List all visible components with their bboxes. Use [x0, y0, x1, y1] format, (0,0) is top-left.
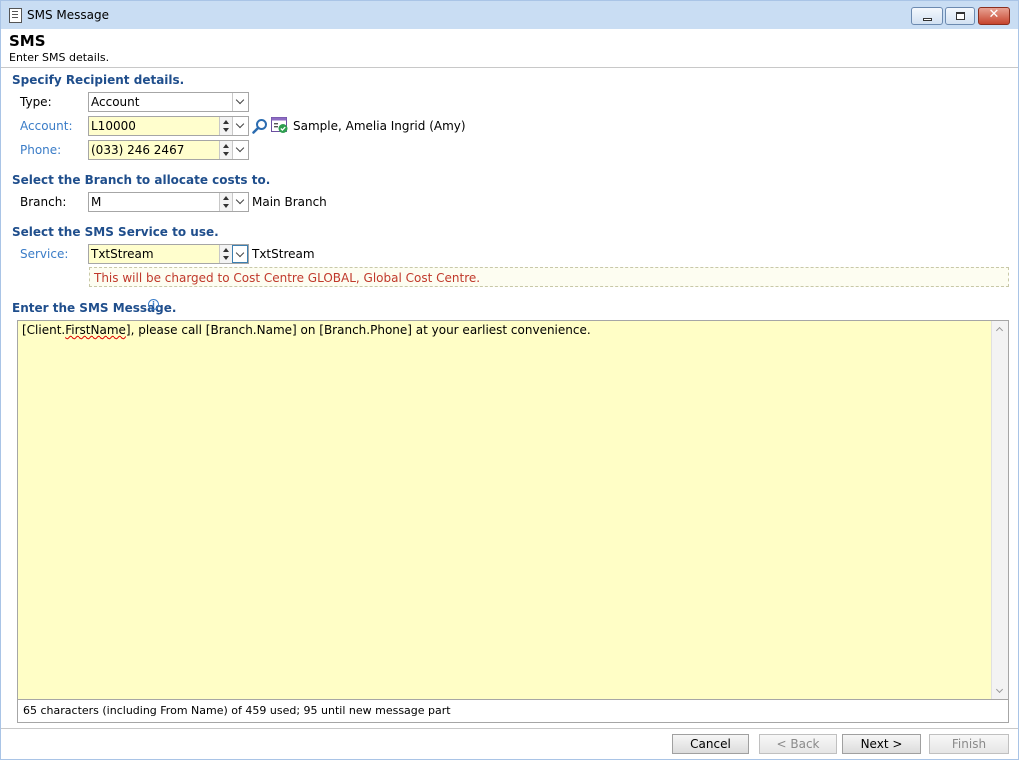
document-icon — [9, 8, 22, 23]
branch-spinner[interactable] — [219, 193, 232, 211]
phone-label[interactable]: Phone: — [20, 143, 61, 157]
chevron-down-icon — [235, 195, 245, 205]
account-label[interactable]: Account: — [20, 119, 73, 133]
finish-button[interactable]: Finish — [929, 734, 1009, 754]
phone-spinner[interactable] — [219, 141, 232, 159]
account-field[interactable]: L10000 — [88, 116, 249, 136]
cancel-button[interactable]: Cancel — [672, 734, 749, 754]
search-icon[interactable] — [252, 118, 268, 134]
chevron-down-icon — [235, 143, 245, 153]
character-counter: 65 characters (including From Name) of 4… — [17, 700, 1009, 723]
spellcheck-word: FirstName — [65, 323, 126, 337]
next-button[interactable]: Next > — [842, 734, 921, 754]
cost-centre-notice-text: This will be charged to Cost Centre GLOB… — [94, 271, 481, 285]
maximize-button[interactable] — [945, 7, 975, 25]
type-value: Account — [91, 95, 140, 109]
sms-message-window: SMS Message ✕ SMS Enter SMS details. Spe… — [0, 0, 1019, 760]
branch-field[interactable]: M — [88, 192, 249, 212]
chevron-down-icon — [235, 95, 245, 105]
service-name: TxtStream — [252, 247, 315, 261]
type-select[interactable]: Account — [88, 92, 249, 112]
message-scrollbar[interactable] — [991, 321, 1008, 699]
service-section-title: Select the SMS Service to use. — [12, 225, 219, 239]
branch-dropdown-button[interactable] — [232, 193, 248, 211]
branch-name: Main Branch — [252, 195, 327, 209]
service-dropdown-button[interactable] — [232, 245, 248, 263]
account-name: Sample, Amelia Ingrid (Amy) — [293, 119, 466, 133]
close-button[interactable]: ✕ — [978, 7, 1010, 25]
account-spinner[interactable] — [219, 117, 232, 135]
branch-section-title: Select the Branch to allocate costs to. — [12, 173, 271, 187]
scroll-up-icon[interactable] — [995, 326, 1004, 335]
cost-centre-notice: This will be charged to Cost Centre GLOB… — [89, 267, 1009, 287]
wizard-footer: Cancel < Back Next > Finish — [1, 728, 1018, 759]
phone-field[interactable]: (033) 246 2467 — [88, 140, 249, 160]
minimize-icon — [923, 18, 932, 21]
service-spinner[interactable] — [219, 245, 232, 263]
chevron-down-icon — [235, 119, 245, 129]
close-icon: ✕ — [988, 7, 1000, 22]
back-button[interactable]: < Back — [759, 734, 837, 754]
type-label: Type: — [20, 95, 52, 109]
service-field[interactable]: TxtStream — [88, 244, 249, 264]
page-header: SMS Enter SMS details. — [1, 29, 1018, 68]
maximize-icon — [956, 12, 965, 20]
window-title: SMS Message — [27, 8, 109, 22]
branch-value: M — [91, 195, 102, 209]
chevron-down-icon — [235, 248, 245, 258]
type-dropdown-button[interactable] — [232, 93, 248, 111]
sms-message-textarea[interactable]: [Client.FirstName], please call [Branch.… — [17, 320, 1009, 700]
account-value: L10000 — [91, 119, 136, 133]
page-title: SMS — [9, 32, 46, 50]
character-counter-text: 65 characters (including From Name) of 4… — [23, 704, 451, 717]
recipient-section-title: Specify Recipient details. — [12, 73, 185, 87]
service-label[interactable]: Service: — [20, 247, 68, 261]
page-subtitle: Enter SMS details. — [9, 51, 110, 64]
minimize-button[interactable] — [911, 7, 943, 25]
title-bar[interactable]: SMS Message ✕ — [1, 1, 1018, 29]
service-value: TxtStream — [91, 247, 154, 261]
sms-message-text: [Client.FirstName], please call [Branch.… — [22, 323, 591, 337]
info-icon[interactable]: i — [148, 299, 159, 310]
branch-label: Branch: — [20, 195, 67, 209]
phone-value: (033) 246 2467 — [91, 143, 185, 157]
contact-card-icon[interactable] — [271, 117, 289, 134]
phone-dropdown-button[interactable] — [232, 141, 248, 159]
account-dropdown-button[interactable] — [232, 117, 248, 135]
scroll-down-icon[interactable] — [995, 685, 1004, 694]
